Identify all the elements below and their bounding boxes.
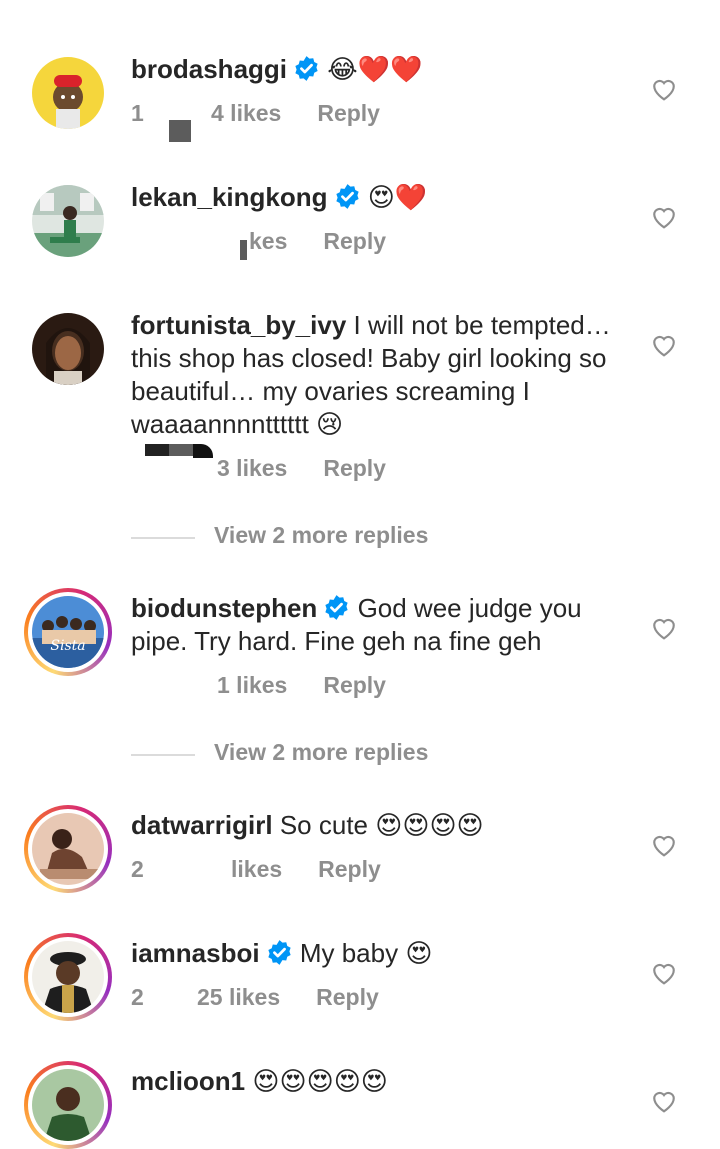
reply-button[interactable]: Reply	[318, 856, 381, 883]
avatar: Sista	[32, 596, 104, 668]
like-heart-icon[interactable]	[651, 205, 677, 229]
comment-text: iamnasboi My baby 😍	[131, 937, 631, 971]
view-more-label[interactable]: View 2 more replies	[214, 739, 428, 766]
username[interactable]: datwarrigirl	[131, 810, 273, 840]
comment-emoji: 😍😍😍😍	[375, 811, 484, 841]
like-heart-icon[interactable]	[651, 77, 677, 101]
reply-button[interactable]: Reply	[323, 455, 386, 482]
verified-badge-icon	[267, 940, 291, 965]
divider-line	[131, 754, 195, 756]
comment-text: biodunstephen God wee judge you pipe. Tr…	[131, 592, 631, 658]
avatar	[32, 941, 104, 1013]
comment-text: brodashaggi 😂❤️❤️	[131, 53, 631, 87]
reply-button[interactable]: Reply	[317, 100, 380, 127]
comment-emoji: 😂❤️❤️	[327, 55, 423, 85]
reply-button[interactable]: Reply	[323, 228, 386, 255]
comment-meta: 1 likes Reply	[131, 672, 386, 699]
avatar	[32, 813, 104, 885]
comment-meta: 2 25 likes Reply	[131, 984, 379, 1011]
comment-meta: 3 likes Reply	[131, 455, 386, 482]
like-heart-icon[interactable]	[651, 1089, 677, 1113]
avatar-story-ring[interactable]	[24, 933, 112, 1021]
likes-count[interactable]: likes	[231, 856, 282, 883]
username[interactable]: biodunstephen	[131, 593, 317, 623]
comments-screen: { "comments": [ { "username": "brodashag…	[0, 0, 720, 1149]
avatar-story-ring[interactable]: Sista	[24, 588, 112, 676]
comment-text: fortunista_by_ivy I will not be tempted……	[131, 309, 631, 442]
comment-emoji: 😍	[405, 939, 433, 969]
comment-text: mclioon1 😍😍😍😍😍	[131, 1065, 631, 1099]
like-heart-icon[interactable]	[651, 961, 677, 985]
comment-text: datwarrigirl So cute 😍😍😍😍	[131, 809, 631, 843]
reply-button[interactable]: Reply	[323, 672, 386, 699]
likes-count[interactable]: 4 likes	[211, 100, 281, 127]
comment-emoji: 😢	[316, 410, 344, 440]
comment-text: lekan_kingkong 😍❤️	[131, 181, 631, 215]
avatar[interactable]	[32, 313, 104, 385]
comment-emoji: 😍😍😍😍😍	[252, 1067, 388, 1097]
comment-meta: 2 likes Reply	[131, 856, 381, 883]
divider-line	[131, 537, 195, 539]
view-more-label[interactable]: View 2 more replies	[214, 522, 428, 549]
comment-emoji: 😍❤️	[367, 183, 428, 213]
comment-body: So cute	[279, 810, 368, 840]
redaction	[193, 444, 213, 458]
redaction	[169, 120, 191, 142]
avatar-caption: Sista	[50, 638, 85, 654]
likes-count[interactable]: 3 likes	[217, 455, 287, 482]
avatar[interactable]	[32, 57, 104, 129]
comment-time: 2	[131, 984, 144, 1010]
avatar-story-ring[interactable]	[24, 805, 112, 893]
username[interactable]: iamnasboi	[131, 938, 260, 968]
verified-badge-icon	[295, 56, 318, 81]
username[interactable]: fortunista_by_ivy	[131, 310, 346, 340]
like-heart-icon[interactable]	[651, 616, 677, 640]
username[interactable]: brodashaggi	[131, 54, 287, 84]
like-heart-icon[interactable]	[651, 333, 677, 357]
redaction	[240, 240, 247, 260]
likes-count[interactable]: 25 likes	[197, 984, 280, 1011]
username[interactable]: mclioon1	[131, 1066, 245, 1096]
comment-time: 2	[131, 856, 144, 882]
avatar[interactable]	[32, 185, 104, 257]
comment-meta: kes Reply	[131, 228, 386, 255]
likes-count[interactable]: kes	[249, 228, 287, 255]
avatar	[32, 1069, 104, 1141]
avatar-story-ring[interactable]	[24, 1061, 112, 1149]
likes-count[interactable]: 1 likes	[217, 672, 287, 699]
like-heart-icon[interactable]	[651, 833, 677, 857]
username[interactable]: lekan_kingkong	[131, 182, 328, 212]
verified-badge-icon	[325, 595, 348, 620]
comment-body: My baby	[299, 938, 399, 968]
reply-button[interactable]: Reply	[316, 984, 379, 1011]
redaction	[169, 444, 193, 456]
verified-badge-icon	[335, 184, 359, 209]
redaction	[145, 444, 169, 456]
